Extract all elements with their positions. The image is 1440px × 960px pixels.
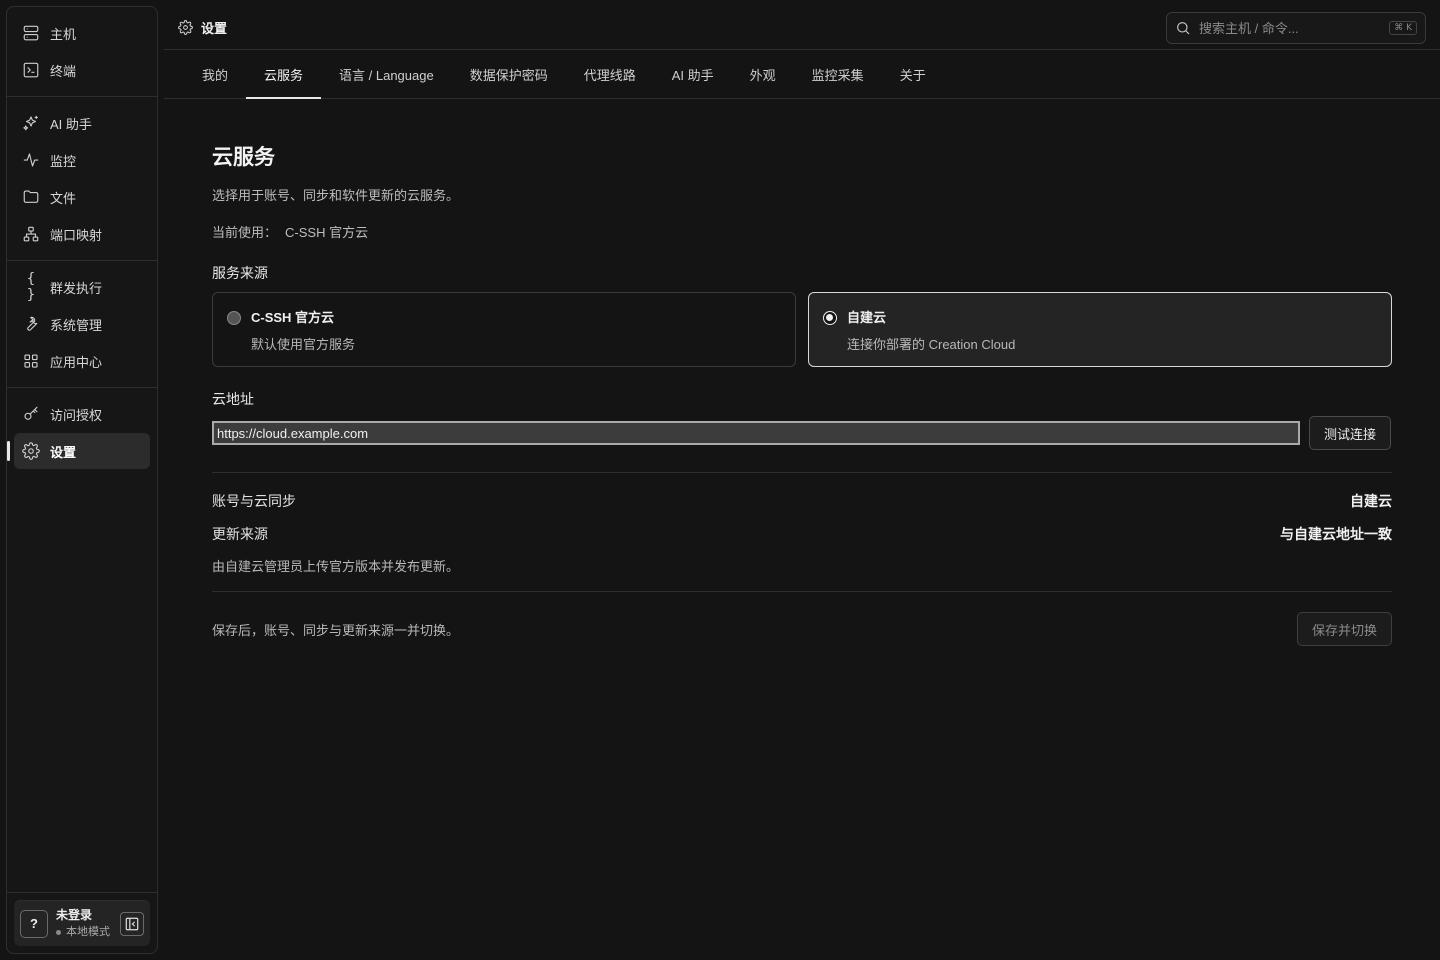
option-self-hosted-cloud[interactable]: 自建云 连接你部署的 Creation Cloud [808, 292, 1392, 367]
tab-proxy[interactable]: 代理线路 [566, 50, 654, 98]
user-name: 未登录 [56, 907, 93, 922]
help-button[interactable]: ? [20, 909, 48, 938]
section-description: 选择用于账号、同步和软件更新的云服务。 [212, 188, 460, 203]
wrench-icon [27, 316, 38, 331]
user-box: ? 未登录 本地模式 [14, 900, 150, 946]
sidebar-item-terminal[interactable]: 终端 [14, 52, 150, 88]
cloud-url-input[interactable] [212, 421, 1300, 445]
update-label: 更新来源 [212, 526, 268, 542]
grid-icon [24, 354, 38, 368]
server-icon [23, 25, 39, 41]
sidebar-item-label: 设置 [50, 444, 77, 460]
search-input[interactable] [1199, 20, 1382, 36]
page-title: 设置 [178, 18, 227, 37]
footer-row: 保存后，账号、同步与更新来源一并切换。 保存并切换 [212, 612, 1392, 646]
sparkles-icon [23, 115, 38, 131]
current-service: 当前使用： C-SSH 官方云 [212, 222, 368, 241]
option-subtitle: 连接你部署的 Creation Cloud [847, 337, 1016, 352]
test-connection-button[interactable]: 测试连接 [1309, 416, 1392, 450]
tab-appearance[interactable]: 外观 [732, 50, 794, 98]
network-icon [23, 226, 39, 242]
sidebar-item-label: 终端 [50, 63, 77, 79]
radio-official-cloud[interactable] [227, 311, 241, 325]
update-value: 与自建云地址一致 [1280, 526, 1392, 542]
url-row: 测试连接 [212, 416, 1392, 450]
option-title: 自建云 [847, 310, 887, 325]
tab-cloud-service[interactable]: 云服务 [246, 50, 322, 99]
option-official-cloud[interactable]: C-SSH 官方云 默认使用官方服务 [212, 292, 796, 367]
sidebar-item-files[interactable]: 文件 [14, 179, 150, 215]
sidebar-item-label: 端口映射 [50, 227, 103, 243]
nav-group-tools: AI 助手 监控 文件 端口映射 [7, 97, 157, 261]
update-note: 由自建云管理员上传官方版本并发布更新。 [212, 559, 460, 574]
tab-ai-assistant[interactable]: AI 助手 [654, 50, 732, 98]
sidebar-item-monitor[interactable]: 监控 [14, 142, 150, 178]
user-mode: 本地模式 [56, 924, 112, 941]
url-label: 云地址 [212, 391, 254, 407]
sidebar-item-access[interactable]: 访问授权 [14, 396, 150, 432]
braces-icon: { } [26, 271, 36, 303]
sync-value: 自建云 [1350, 493, 1392, 509]
sidebar-item-label: 主机 [50, 26, 77, 42]
collapse-sidebar-button[interactable] [120, 911, 144, 936]
footer-note: 保存后，账号、同步与更新来源一并切换。 [212, 622, 460, 638]
sidebar-item-system[interactable]: 系统管理 [14, 306, 150, 342]
sync-label: 账号与云同步 [212, 493, 296, 509]
gear-icon [178, 20, 193, 35]
user-info[interactable]: 未登录 本地模式 [56, 907, 112, 941]
sidebar-item-label: 群发执行 [50, 280, 103, 296]
user-section: ? 未登录 本地模式 [7, 892, 157, 953]
settings-tabs: 我的 云服务 语言 / Language 数据保护密码 代理线路 AI 助手 外… [164, 50, 1440, 99]
sidebar-item-label: 文件 [50, 190, 77, 206]
tab-about[interactable]: 关于 [882, 50, 944, 98]
current-value: C-SSH 官方云 [285, 225, 369, 240]
key-icon [24, 406, 38, 420]
nav-group-hosts: 主机 终端 [7, 7, 157, 97]
terminal-icon [23, 62, 39, 78]
user-mode-label: 本地模式 [66, 925, 110, 938]
search-box[interactable]: ⌘ K [1166, 12, 1426, 44]
status-dot [56, 929, 61, 935]
radio-self-hosted-cloud[interactable] [823, 311, 837, 325]
page-title-text: 设置 [201, 21, 228, 36]
gear-icon [22, 442, 40, 460]
service-source-options: C-SSH 官方云 默认使用官方服务 自建云 连接你部署的 Creation C… [212, 292, 1392, 367]
shortcut-badge: ⌘ K [1389, 21, 1417, 35]
divider [212, 591, 1392, 592]
update-source-row: 更新来源 与自建云地址一致 [212, 524, 1392, 544]
sidebar-item-label: 应用中心 [50, 354, 103, 370]
sidebar-item-label: 系统管理 [50, 317, 103, 333]
sidebar-item-label: AI 助手 [50, 116, 92, 132]
sidebar-item-port-mapping[interactable]: 端口映射 [14, 216, 150, 252]
sync-row: 账号与云同步 自建云 [212, 491, 1392, 511]
search-icon [1177, 22, 1190, 35]
option-title: C-SSH 官方云 [251, 310, 335, 325]
divider [212, 472, 1392, 473]
sidebar-collapse-icon [125, 917, 139, 930]
nav-group-admin: { } 群发执行 系统管理 应用中心 [7, 261, 157, 388]
sidebar-item-settings[interactable]: 设置 [7, 433, 150, 469]
topbar: 设置 ⌘ K [164, 6, 1440, 50]
sidebar-item-label: 访问授权 [50, 407, 103, 423]
nav-group-settings: 访问授权 设置 [7, 388, 157, 477]
sidebar-item-batch-exec[interactable]: { } 群发执行 [14, 269, 150, 305]
sidebar: 主机 终端 AI 助手 监控 文件 端口映射 { } 群发执行 系统管理 应用中… [6, 6, 158, 954]
folder-icon [23, 190, 39, 203]
option-subtitle: 默认使用官方服务 [251, 337, 356, 352]
save-and-switch-button[interactable]: 保存并切换 [1296, 612, 1392, 646]
sidebar-item-label: 监控 [50, 153, 77, 169]
tab-monitoring[interactable]: 监控采集 [794, 50, 882, 98]
tab-data-protection[interactable]: 数据保护密码 [452, 50, 566, 98]
activity-icon [23, 153, 39, 167]
section-title: 云服务 [212, 146, 275, 169]
tab-language[interactable]: 语言 / Language [321, 50, 452, 98]
tab-mine[interactable]: 我的 [184, 50, 246, 98]
source-label: 服务来源 [212, 265, 268, 281]
sidebar-item-app-center[interactable]: 应用中心 [14, 343, 150, 379]
sidebar-item-hosts[interactable]: 主机 [14, 15, 150, 51]
current-label: 当前使用： [212, 225, 278, 240]
sidebar-item-ai[interactable]: AI 助手 [14, 105, 150, 141]
